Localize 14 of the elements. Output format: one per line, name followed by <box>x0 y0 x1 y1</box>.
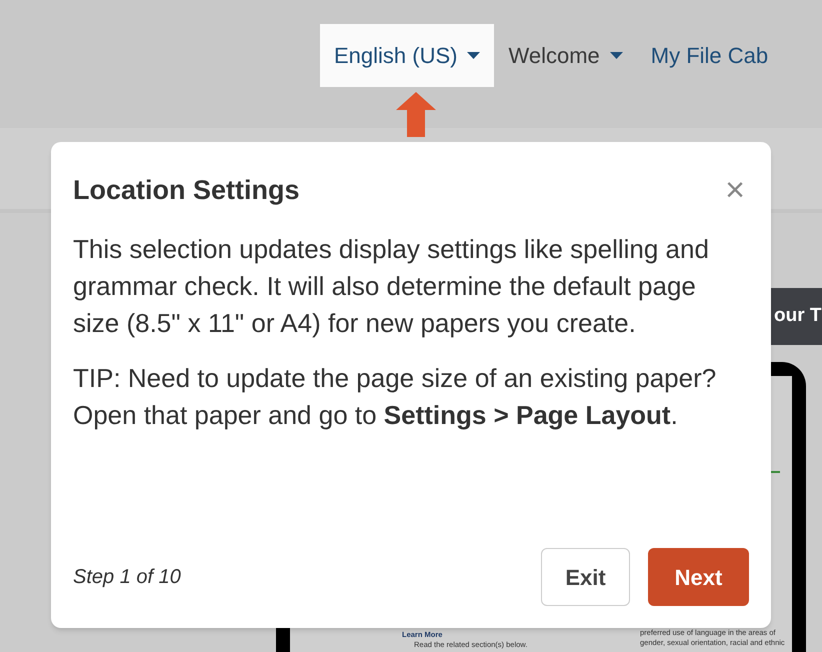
banner-bar: our T <box>771 288 822 345</box>
exit-button[interactable]: Exit <box>541 548 630 606</box>
nav-dropdown[interactable]: English (US) <box>320 24 494 87</box>
next-button[interactable]: Next <box>648 548 749 606</box>
popover-text: TIP: Need to update the page size of an existing paper? Open that paper and go to Settings > Page Layout. <box>73 362 718 432</box>
caret-icon <box>467 52 480 59</box>
step-counter: Step 1 of 10 <box>73 565 182 590</box>
popover-text: This selection updates display settings like spelling and grammar check. It will also determine the default page size (8.5" x 11" or A4) for new papers you create. <box>73 232 710 340</box>
nav-dropdown[interactable]: Welcome <box>494 24 637 87</box>
up-arrow-icon <box>396 92 436 137</box>
caret-icon <box>610 52 623 59</box>
popover-title: Location Settings <box>73 174 300 207</box>
nav-link[interactable]: My File Cab <box>636 24 782 87</box>
close-button[interactable]: × <box>725 173 745 208</box>
